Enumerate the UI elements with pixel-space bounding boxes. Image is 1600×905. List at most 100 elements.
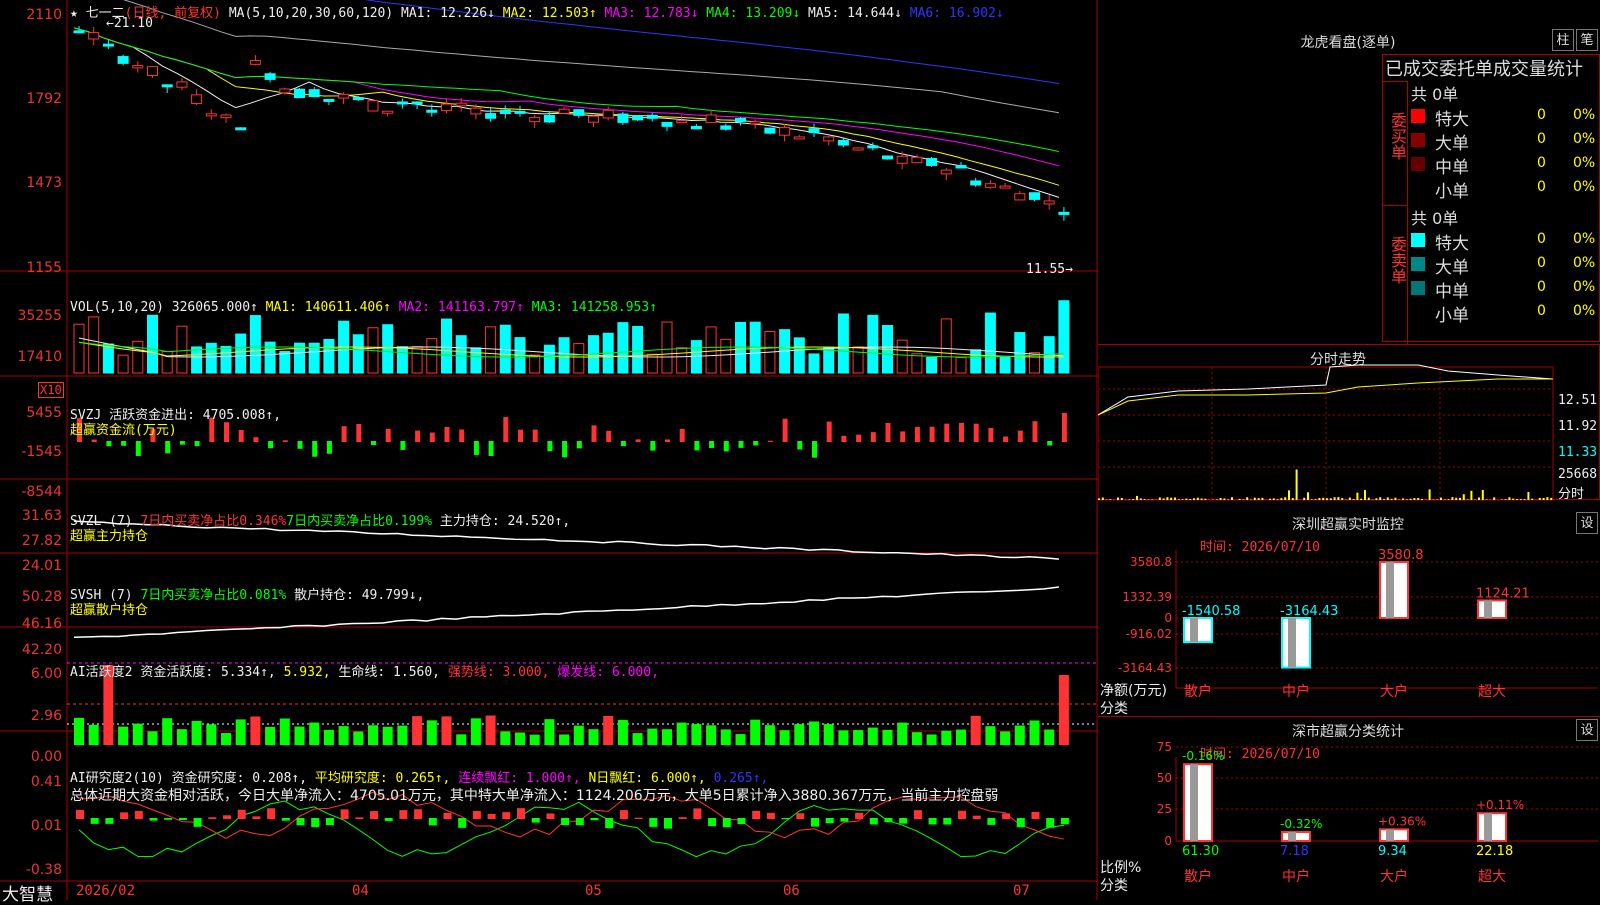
bar-shade: [1190, 618, 1198, 642]
research-bar: [326, 818, 334, 825]
candle-body: [427, 110, 437, 112]
candle-body: [486, 114, 496, 119]
candle-body: [177, 82, 187, 87]
category-label: 散户: [1184, 683, 1212, 700]
sz-monitor-panel: 深圳超赢实时监控 设 时间: 2026/07/10 3580.81332.390…: [1098, 510, 1600, 716]
intraday-vol-bar: [1223, 498, 1225, 500]
research-bar: [414, 809, 422, 819]
activity-bar: [677, 723, 687, 745]
chart-canvas[interactable]: [0, 0, 1098, 900]
candle-body: [633, 116, 643, 120]
activity-bar: [456, 734, 466, 745]
y-tick: -8544: [0, 484, 62, 500]
bar-mode-button[interactable]: 柱: [1552, 29, 1574, 51]
intraday-vol-bar: [1102, 498, 1104, 500]
activity-bar: [148, 731, 158, 745]
candle-body: [280, 89, 290, 93]
activity-bar: [368, 725, 378, 745]
flow-bar: [474, 441, 479, 455]
y-tick: 50.28: [0, 589, 62, 605]
category-label: 大户: [1380, 683, 1408, 700]
sz-monitor-chart: 3580.81332.390-916.02-3164.43-1540.58散户-…: [1098, 510, 1600, 716]
flow-bar: [1018, 431, 1023, 442]
candle-body: [824, 137, 834, 141]
sz-class-xlabel: 分类: [1100, 875, 1128, 895]
volume-bar: [985, 313, 995, 373]
research-bar: [899, 818, 907, 824]
research-bar: [708, 818, 716, 826]
activity-bar: [192, 721, 202, 745]
activity-bar: [442, 716, 452, 745]
volume-bar: [221, 346, 231, 373]
research-bar: [91, 818, 99, 824]
activity-bar: [647, 729, 657, 745]
sell-row-pct: 0%: [1573, 279, 1595, 295]
volume-bar: [412, 347, 422, 373]
star-icon[interactable]: ★: [70, 6, 78, 21]
y-tick: 2110: [0, 7, 62, 23]
intraday-vol-bar: [1330, 498, 1332, 500]
candle-body: [192, 95, 202, 104]
chart-area[interactable]: ★ 七一二(日线, 前复权) MA(5,10,20,30,60,120) MA1…: [0, 0, 1098, 900]
research-bar: [664, 818, 672, 829]
flow-bar: [577, 441, 582, 448]
candle-body: [339, 94, 349, 98]
volume-bar: [250, 316, 260, 373]
flow-bar: [342, 426, 347, 442]
intraday-vol-bar: [1318, 498, 1320, 500]
research-bar: [1061, 818, 1069, 824]
intraday-vol-bar: [1159, 497, 1161, 500]
intraday-vol-bar: [1174, 498, 1176, 500]
flow-bar: [900, 431, 905, 442]
intraday-panel[interactable]: 分时走势 12.51 11.92 11.33 25668 分时: [1098, 344, 1600, 500]
candle-body: [691, 126, 701, 128]
intraday-vol-bar: [1292, 498, 1294, 500]
flow-bar: [665, 439, 670, 442]
intraday-vol-bar: [1550, 498, 1552, 500]
activity-bar: [603, 716, 613, 745]
intraday-vol-bar: [1451, 497, 1453, 500]
flow-bar: [283, 440, 288, 442]
y-tick: 42.20: [0, 642, 62, 658]
intraday-vol-bar: [1197, 498, 1199, 500]
activity-bar: [794, 724, 804, 745]
activity-bar: [574, 726, 584, 745]
intraday-vol-bar: [1440, 498, 1442, 500]
buy-row-value: 0: [1537, 131, 1546, 147]
tick-mode-button[interactable]: 笔: [1576, 29, 1598, 51]
intraday-vol-bar: [1193, 498, 1195, 500]
candle-body: [530, 118, 540, 122]
intraday-vol-bar: [1334, 497, 1336, 500]
candle-body: [103, 44, 113, 46]
y-tick: 35255: [0, 308, 62, 324]
intraday-vol-bar: [1337, 497, 1339, 500]
research-bar: [444, 813, 452, 819]
activity-bar: [736, 734, 746, 745]
flow-bar: [783, 419, 788, 442]
candle-body: [89, 33, 99, 39]
intraday-vol-bar: [1322, 498, 1324, 500]
ma3-value: MA3: 12.783↓: [605, 6, 699, 21]
volume-bar: [971, 350, 981, 373]
intraday-vol-bar: [1402, 498, 1404, 500]
intraday-vol-bar: [1478, 497, 1480, 500]
flow-bar: [400, 441, 405, 450]
sell-row-value: 0: [1537, 279, 1546, 295]
sell-row-pct: 0%: [1573, 231, 1595, 247]
candle-body: [985, 184, 995, 188]
research-bar: [502, 812, 510, 819]
research-bar: [546, 813, 554, 819]
intraday-vol-bar: [1242, 499, 1244, 500]
intraday-vol-bar: [1185, 499, 1187, 500]
activity-bar: [353, 732, 363, 745]
x-tick: 05: [585, 883, 602, 899]
intraday-chart[interactable]: [1098, 345, 1600, 501]
y-tick-label: -3164.43: [1118, 661, 1172, 675]
activity-bar: [809, 721, 819, 745]
vol-unit-badge[interactable]: X10: [38, 382, 64, 398]
research-bar: [429, 818, 437, 825]
candle-body: [442, 104, 452, 111]
research-bar: [223, 815, 231, 819]
flow-bar: [312, 441, 317, 457]
y-tick: 0.00: [0, 749, 62, 765]
